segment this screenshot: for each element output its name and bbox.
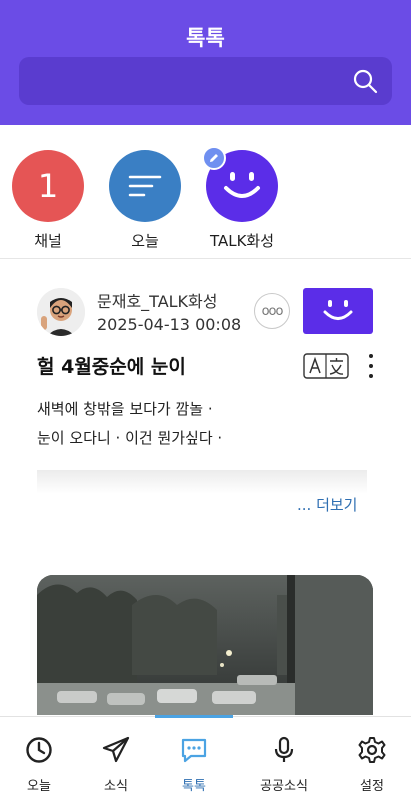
pencil-icon[interactable] (202, 146, 226, 170)
channel-label: 오늘 (131, 232, 159, 250)
channel-count: 1 (37, 167, 59, 205)
list-lines-icon (128, 175, 162, 197)
search-input[interactable] (19, 57, 392, 105)
channel-item-channels[interactable]: 1 채널 (3, 150, 93, 251)
talk-circle (202, 146, 278, 222)
chat-bubble-icon (181, 738, 207, 763)
avatar-illustration-icon (37, 288, 85, 336)
more-bubble-label: ooo (261, 303, 284, 319)
nav-item-toktok[interactable]: 톡톡 (159, 735, 229, 794)
bottom-nav: 오늘 소식 톡톡 공공소식 설정 (0, 715, 411, 800)
channel-item-talk-hwaseong[interactable]: TALK화성 (197, 146, 287, 251)
smile-face-icon (224, 172, 260, 198)
channel-logo-tile[interactable] (303, 288, 373, 334)
nav-label: 톡톡 (182, 779, 206, 794)
nav-label: 설정 (360, 779, 384, 794)
avatar[interactable] (37, 288, 85, 336)
nav-label: 소식 (104, 779, 128, 794)
paper-plane-icon (102, 736, 130, 763)
nav-item-news[interactable]: 소식 (81, 735, 151, 794)
post-body-line: 새벽에 창밖을 보다가 깜놀 · (37, 400, 213, 418)
post-body-line: 눈이 오다니 · 이건 뭔가싶다 · (37, 429, 223, 447)
channel-label: TALK화성 (209, 232, 275, 250)
nav-label: 오늘 (27, 779, 51, 794)
post-author[interactable]: 문재호_TALK화성 (97, 288, 217, 312)
channel-item-today[interactable]: 오늘 (100, 150, 190, 251)
post-photo[interactable] (37, 575, 373, 715)
today-circle (109, 150, 181, 222)
channel-shortcuts: 1 채널 오늘 TALK화성 (0, 125, 411, 259)
clock-icon (26, 737, 52, 763)
post-title: 헐 4월중순에 눈이 (37, 356, 186, 378)
post-card: 문재호_TALK화성 2025-04-13 00:08 ooo 헐 4월중순에 … (0, 260, 411, 715)
faded-text-overflow (37, 470, 367, 494)
nav-item-today[interactable]: 오늘 (4, 735, 74, 794)
active-tab-indicator (155, 715, 233, 718)
post-date: 2025-04-13 00:08 (97, 315, 242, 334)
smile-face-icon (323, 300, 353, 320)
nav-item-settings[interactable]: 설정 (337, 735, 407, 794)
channel-count-badge: 1 (12, 150, 84, 222)
nav-label: 공공소식 (260, 779, 308, 794)
read-more-link[interactable]: ... 더보기 (297, 494, 357, 515)
search-icon[interactable] (352, 68, 378, 94)
more-options-bubble[interactable]: ooo (254, 293, 290, 329)
app-header: 톡톡 (0, 0, 411, 125)
page-title: 톡톡 (186, 26, 225, 50)
kebab-menu-icon[interactable] (364, 354, 378, 378)
channel-label: 채널 (34, 232, 62, 250)
translate-icon[interactable] (303, 353, 349, 379)
gear-icon (358, 737, 386, 763)
nav-item-public-news[interactable]: 공공소식 (249, 735, 319, 794)
microphone-icon (274, 736, 294, 762)
night-snow-scene-image (37, 575, 373, 715)
